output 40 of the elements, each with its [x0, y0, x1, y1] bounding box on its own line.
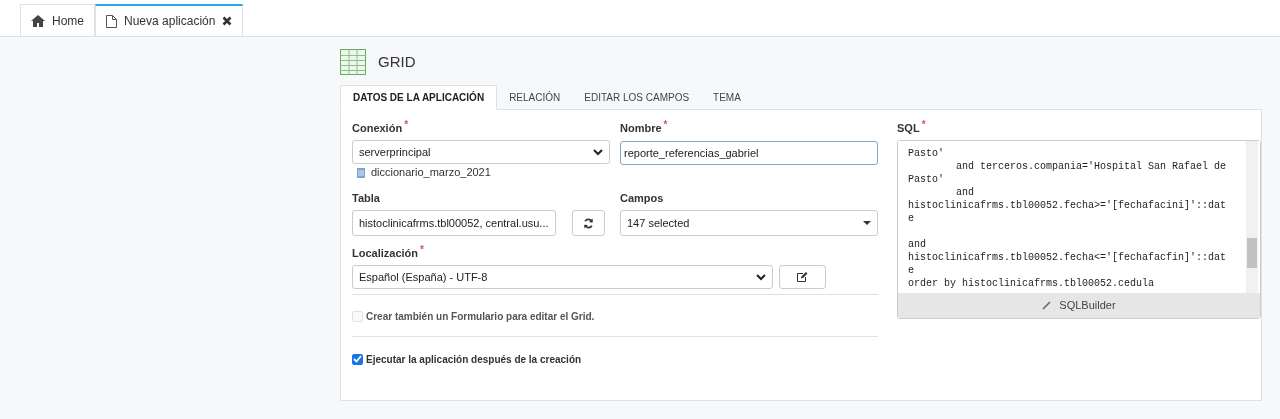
field-label: Tabla [352, 191, 380, 206]
page-title: GRID [378, 51, 416, 72]
checkbox-label: Ejecutar la aplicación después de la creación [366, 352, 582, 367]
required-asterisk: * [404, 118, 409, 132]
required-asterisk: * [420, 243, 424, 257]
field-label: Campos [620, 191, 664, 206]
required-asterisk: * [663, 118, 668, 132]
form-tab[interactable]: RELACIÓN [497, 85, 573, 109]
database-icon [357, 167, 365, 178]
form-tab[interactable]: DATOS DE LA APLICACIÓN [340, 85, 498, 110]
app-tab[interactable]: Home [20, 4, 95, 36]
field-label: Localización [352, 246, 419, 261]
name-input-field[interactable]: reporte_referencias_gabriel [620, 141, 878, 165]
grid-table-icon [340, 49, 366, 75]
checkbox-label: Crear también un Formulario para editar el Grid. [366, 310, 595, 324]
wand-icon [1042, 301, 1052, 310]
close-icon[interactable] [222, 16, 233, 26]
required-asterisk: * [921, 118, 926, 132]
chevron-down-icon [756, 273, 766, 281]
edit-button[interactable] [779, 265, 826, 289]
field-label: Conexión [352, 121, 403, 136]
scrollbar[interactable] [1246, 141, 1258, 293]
select-dropdown[interactable]: histoclinicafrms.tbl00052, central.usu... [352, 210, 556, 236]
form-tab[interactable]: TEMA [701, 85, 753, 109]
refresh-button[interactable] [572, 210, 605, 236]
dictionary-name: diccionario_marzo_2021 [371, 165, 491, 181]
form-tab[interactable]: EDITAR LOS CAMPOS [572, 85, 702, 109]
app-tab[interactable]: Nueva aplicación [95, 4, 244, 36]
field-label: Nombre [620, 121, 662, 136]
field-label: SQL [897, 121, 920, 136]
select-dropdown[interactable]: 147 selected [620, 210, 878, 236]
select-dropdown[interactable]: serverprincipal [352, 140, 610, 164]
caret-down-icon [863, 221, 871, 225]
edit-icon [797, 272, 808, 282]
document-icon [106, 14, 117, 28]
select-dropdown[interactable]: Español (España) - UTF-8 [352, 265, 773, 289]
refresh-icon [583, 217, 594, 229]
chevron-down-icon [593, 148, 603, 156]
home-icon [31, 14, 45, 27]
checkbox[interactable] [352, 353, 363, 365]
